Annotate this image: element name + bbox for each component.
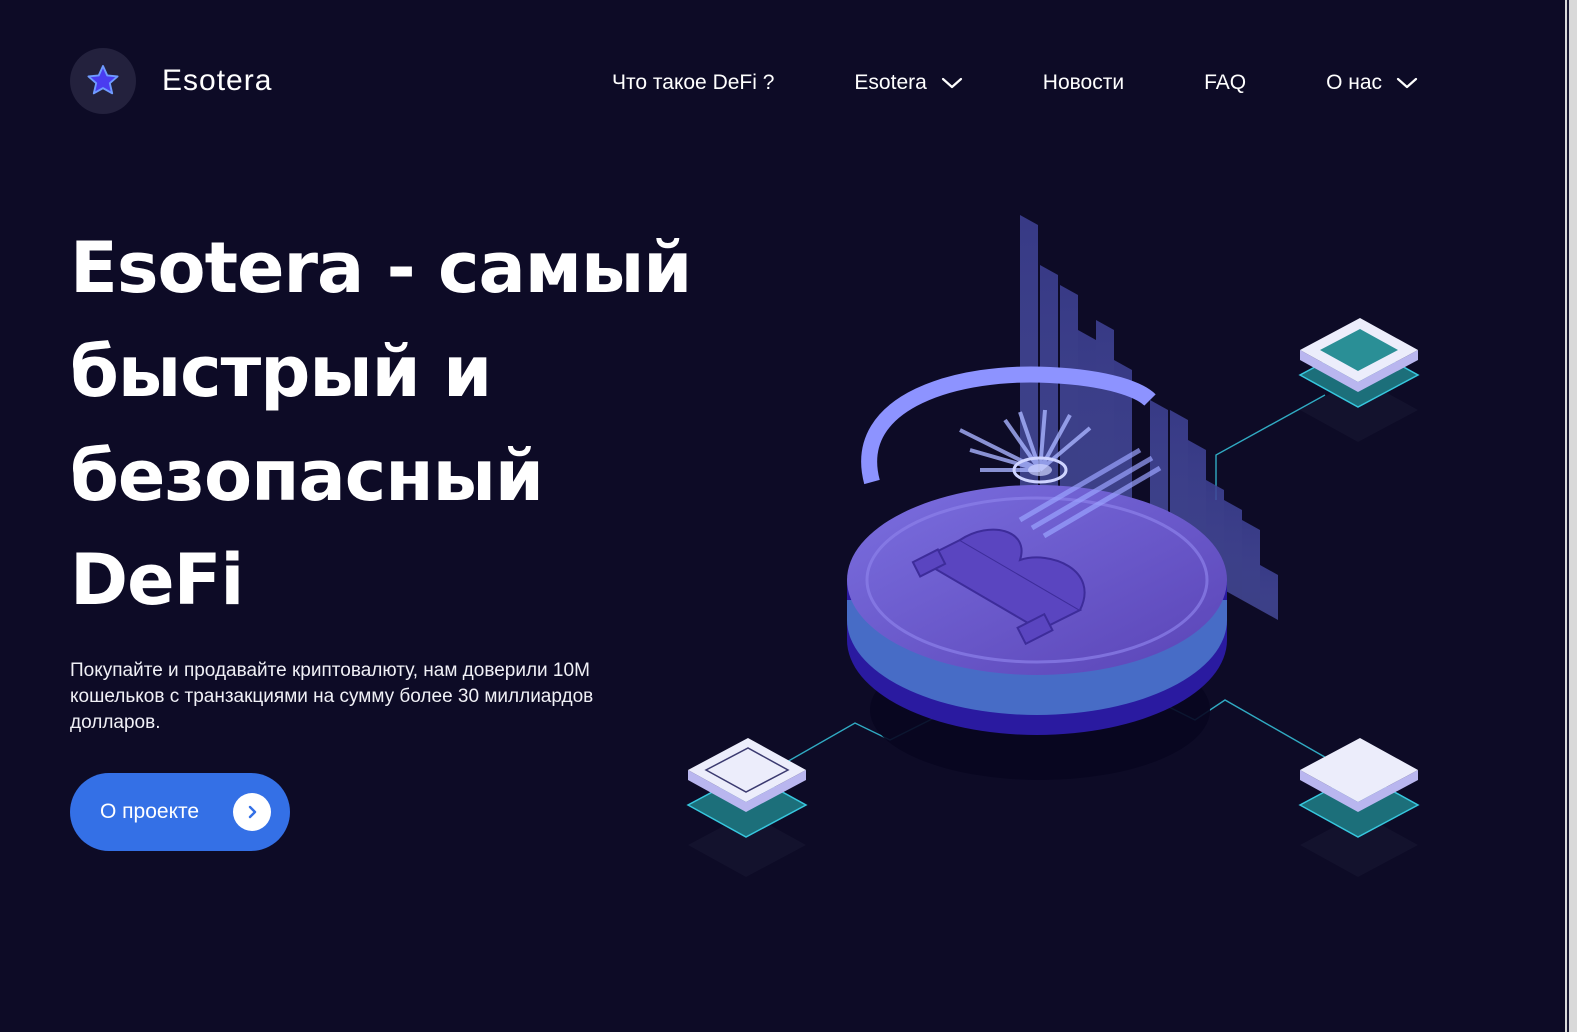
chevron-down-icon [941,76,963,90]
hero-title-line: безопасный [70,435,544,517]
logo-badge [70,48,136,114]
about-project-button[interactable]: О проекте [70,773,290,851]
node-block-top-right [1298,318,1420,442]
window-right-border [1567,0,1569,1032]
nav-item-what-is-defi[interactable]: Что такое DeFi ? [612,71,774,95]
node-block-bottom-left [686,738,808,877]
nav-item-label: Esotera [854,71,927,94]
nav-item-label: FAQ [1204,71,1247,94]
hero-description: Покупайте и продавайте криптовалюту, нам… [70,660,594,733]
crypto-coin-illustration [686,215,1420,877]
node-block-bottom-right [1298,738,1420,877]
brand-logo[interactable]: Esotera [70,48,272,114]
chevron-down-icon [1396,76,1418,90]
nav-item-label: Новости [1042,71,1125,94]
chevron-right-icon [233,793,271,831]
nav-item-faq[interactable]: FAQ [1204,71,1246,95]
hero-title-line: DeFi [70,539,244,621]
nav-item-label: Что такое DeFi ? [612,71,775,94]
star-icon [87,65,119,95]
nav-item-news[interactable]: Новости [1043,71,1124,95]
hero-title-line: Esotera - самый [70,227,692,309]
main-nav: Что такое DeFi ? Esotera Новости FAQ О н… [612,66,1418,100]
brand-name: Esotera [162,64,273,97]
button-label: О проекте [100,800,200,823]
hero-title: Esotera - самый быстрый и безопасный DeF… [70,216,710,632]
nav-item-label: О нас [1326,71,1383,94]
nav-item-esotera[interactable]: Esotera [854,71,962,95]
nav-item-about[interactable]: О нас [1326,71,1418,95]
hero-title-line: быстрый и [70,331,492,413]
